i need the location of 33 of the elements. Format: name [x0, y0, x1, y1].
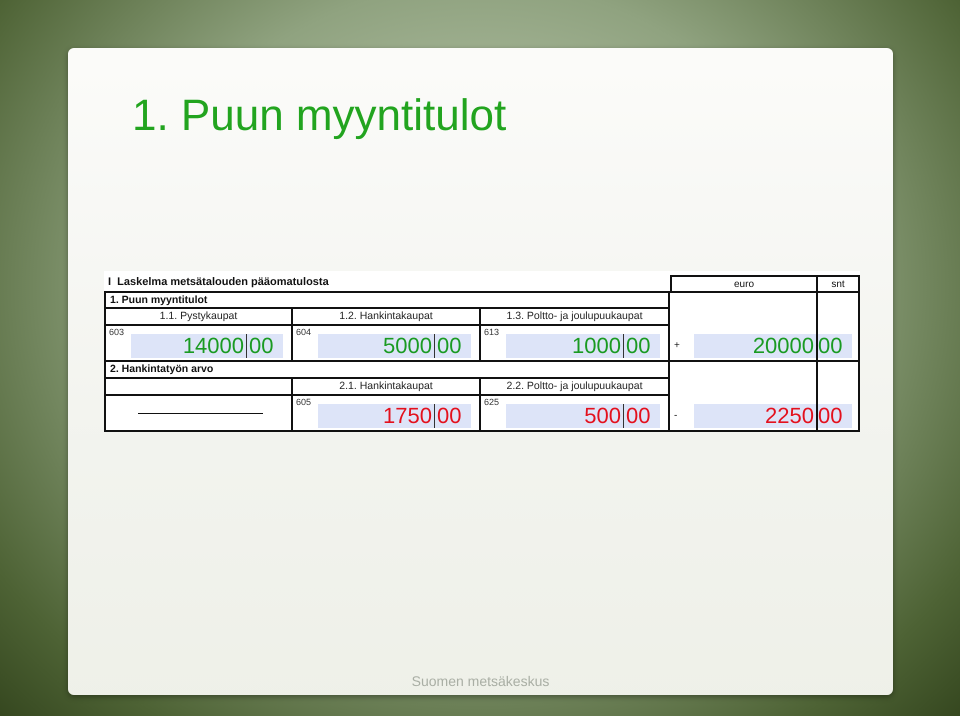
field-code: 603: [109, 327, 124, 337]
total-cents-field[interactable]: 00: [818, 404, 852, 428]
operator-sign: +: [674, 340, 681, 352]
slide-title: 1. Puun myyntitulot: [132, 94, 508, 138]
euro-field[interactable]: 1750: [318, 404, 435, 428]
euro-field[interactable]: 5000: [318, 334, 435, 358]
column-header: snt: [818, 275, 860, 293]
cents-field[interactable]: 00: [435, 334, 471, 358]
cents-field[interactable]: 00: [247, 334, 283, 358]
field-code: 625: [484, 397, 500, 407]
euro-field[interactable]: 500: [506, 404, 624, 428]
footer-text: Suomen metsäkeskus: [412, 673, 550, 689]
total-euro-field[interactable]: 20000: [694, 334, 816, 358]
column-subheading: 1.1. Pystykaupat: [104, 309, 293, 326]
operator-sign: -: [674, 410, 678, 422]
column-subheading: 2.1. Hankintakaupat: [293, 379, 481, 396]
field-code: 604: [296, 327, 312, 337]
field-code: 605: [296, 397, 312, 407]
cents-field[interactable]: 00: [624, 334, 660, 358]
form-heading: I Laskelma metsätalouden pääomatulosta: [104, 271, 670, 293]
cents-field[interactable]: 00: [435, 404, 471, 428]
section-label: 2. Hankintatyön arvo: [104, 362, 670, 379]
cents-field[interactable]: 00: [624, 404, 660, 428]
field-code: 613: [484, 327, 500, 337]
column-subheading: 2.2. Poltto- ja joulupuukaupat: [481, 379, 670, 396]
euro-field[interactable]: 14000: [131, 334, 247, 358]
total-euro-field[interactable]: 2250: [694, 404, 816, 428]
column-subheading: 1.3. Poltto- ja joulupuukaupat: [481, 309, 670, 326]
total-cents-field[interactable]: 00: [818, 334, 852, 358]
column-subheading: 1.2. Hankintakaupat: [293, 309, 481, 326]
column-header: euro: [670, 275, 818, 293]
euro-field[interactable]: 1000: [506, 334, 624, 358]
section-label: 1. Puun myyntitulot: [104, 293, 670, 309]
